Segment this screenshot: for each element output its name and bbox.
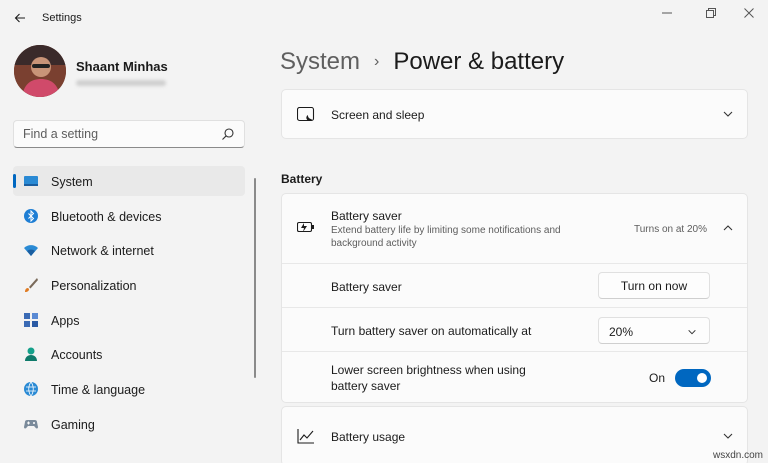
battery-saver-auto-label: Turn battery saver on automatically at xyxy=(331,324,532,338)
title-bar: Settings xyxy=(0,0,768,36)
sidebar-item-label: Accounts xyxy=(51,348,103,363)
battery-saver-row-label: Battery saver xyxy=(331,280,402,294)
battery-saver-card: Battery saver Extend battery life by lim… xyxy=(281,193,748,403)
chevron-down-icon xyxy=(688,329,696,335)
network-icon xyxy=(24,245,38,257)
sidebar-item-bluetooth[interactable]: Bluetooth & devices xyxy=(13,201,245,231)
battery-threshold-value: 20% xyxy=(609,325,634,339)
breadcrumb: System › Power & battery xyxy=(280,48,564,76)
battery-saver-description-1: Extend battery life by limiting some not… xyxy=(331,225,561,236)
bluetooth-icon xyxy=(24,208,38,223)
sidebar-item-label: Apps xyxy=(51,313,80,328)
user-profile[interactable]: Shaant Minhas xyxy=(14,45,168,97)
sidebar-item-label: Personalization xyxy=(51,279,137,294)
sidebar-item-personalization[interactable]: Personalization xyxy=(13,270,245,300)
sidebar-item-system[interactable]: System xyxy=(13,166,245,196)
toggle-knob xyxy=(697,373,707,383)
brightness-label-1: Lower screen brightness when using xyxy=(331,363,526,377)
sidebar-nav: System Bluetooth & devices Network & int… xyxy=(13,166,245,444)
brush-icon xyxy=(25,278,38,293)
sidebar-item-label: Time & language xyxy=(51,383,146,398)
system-icon xyxy=(24,176,38,186)
close-button[interactable] xyxy=(727,0,768,26)
accounts-icon xyxy=(25,347,37,362)
sidebar-scrollbar[interactable] xyxy=(254,178,256,378)
battery-saver-icon xyxy=(297,221,314,233)
apps-icon xyxy=(24,312,38,327)
avatar-photo xyxy=(14,45,66,97)
battery-saver-row: Battery saver Turn on now xyxy=(282,263,747,307)
globe-icon xyxy=(24,381,38,397)
battery-saver-auto-row: Turn battery saver on automatically at 2… xyxy=(282,307,747,351)
brightness-toggle-state: On xyxy=(649,371,666,385)
chart-icon xyxy=(297,429,314,444)
sidebar-item-accounts[interactable]: Accounts xyxy=(13,339,245,369)
breadcrumb-separator: › xyxy=(374,53,380,70)
battery-saver-description-2: background activity xyxy=(331,238,417,249)
sidebar-item-time-language[interactable]: Time & language xyxy=(13,374,245,404)
sidebar-item-label: Gaming xyxy=(51,417,95,432)
sidebar-item-label: Network & internet xyxy=(51,244,154,259)
search-icon xyxy=(222,128,234,140)
sidebar-item-network[interactable]: Network & internet xyxy=(13,235,245,265)
profile-email-blurred xyxy=(76,80,166,86)
avatar xyxy=(14,45,66,97)
minimize-button[interactable] xyxy=(645,0,689,26)
battery-usage-card[interactable]: Battery usage xyxy=(281,406,748,463)
close-icon xyxy=(744,8,754,18)
sidebar-item-label: System xyxy=(51,175,93,189)
battery-section-heading: Battery xyxy=(281,172,323,186)
back-arrow-icon xyxy=(14,13,25,23)
battery-saver-status: Turns on at 20% xyxy=(634,224,708,235)
brightness-label-2: battery saver xyxy=(331,379,401,393)
chevron-up-icon xyxy=(723,225,733,231)
battery-saver-header[interactable]: Battery saver Extend battery life by lim… xyxy=(282,194,747,263)
search-input[interactable] xyxy=(14,121,214,147)
back-button[interactable] xyxy=(8,6,32,30)
battery-threshold-select[interactable]: 20% xyxy=(598,317,710,344)
gaming-icon xyxy=(24,419,38,429)
sidebar-item-label: Bluetooth & devices xyxy=(51,209,162,224)
screen-sleep-icon xyxy=(297,107,315,122)
app-title: Settings xyxy=(42,12,82,24)
screen-sleep-label: Screen and sleep xyxy=(331,108,425,122)
profile-name: Shaant Minhas xyxy=(76,59,168,74)
page-title: Power & battery xyxy=(393,48,565,75)
restore-icon xyxy=(706,8,716,18)
breadcrumb-parent[interactable]: System xyxy=(280,48,360,76)
search-box[interactable] xyxy=(13,120,245,148)
battery-saver-title: Battery saver xyxy=(331,209,402,223)
chevron-down-icon xyxy=(723,111,733,117)
sidebar-item-gaming[interactable]: Gaming xyxy=(13,409,245,439)
chevron-down-icon xyxy=(723,433,733,439)
screen-sleep-card[interactable]: Screen and sleep xyxy=(281,89,748,139)
minimize-icon xyxy=(662,12,672,14)
sidebar-item-apps[interactable]: Apps xyxy=(13,305,245,335)
brightness-toggle[interactable] xyxy=(675,369,711,387)
watermark: wsxdn.com xyxy=(712,450,763,461)
battery-usage-label: Battery usage xyxy=(331,430,406,444)
turn-on-now-button[interactable]: Turn on now xyxy=(598,272,710,299)
brightness-row: Lower screen brightness when using batte… xyxy=(282,351,747,403)
